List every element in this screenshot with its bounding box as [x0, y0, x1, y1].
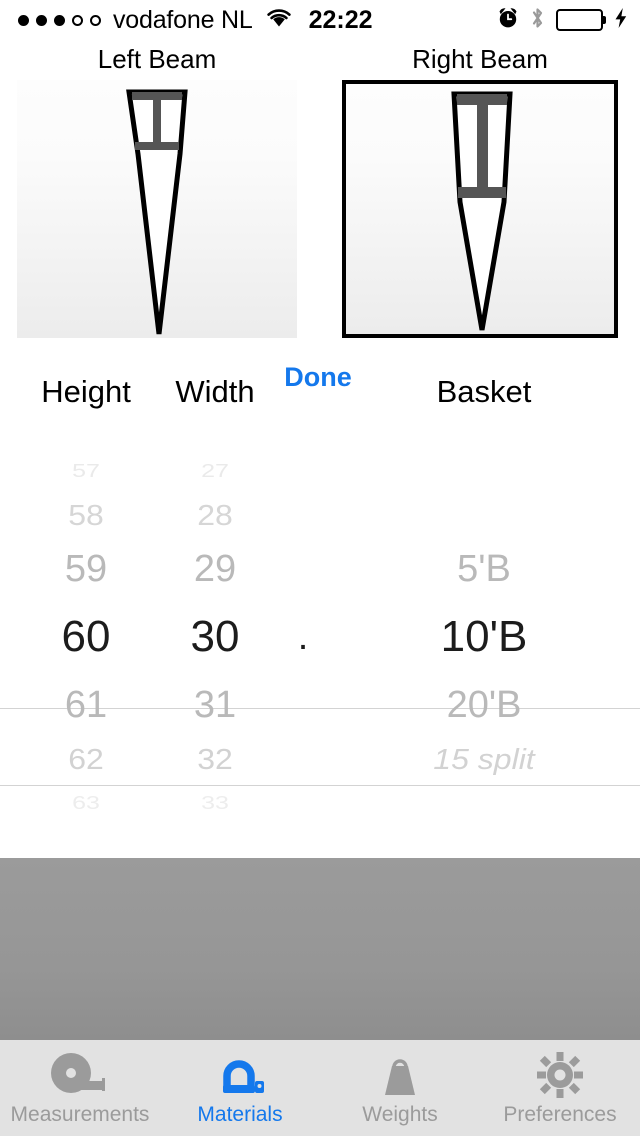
wheel-item[interactable]: [258, 737, 348, 782]
tab-materials[interactable]: Materials: [160, 1040, 320, 1136]
tab-bar: Measurements Materials Weights Preferenc…: [0, 1040, 640, 1136]
signal-dot: [54, 14, 65, 26]
picker-wheel-width[interactable]: 27 28 29 30 31 32 33: [172, 452, 258, 858]
wheel-item[interactable]: 29: [172, 540, 258, 598]
gear-icon: [535, 1049, 585, 1101]
wifi-icon: [265, 7, 293, 33]
column-label-basket: Basket: [436, 374, 532, 409]
carrier-label: vodafone NL: [113, 5, 253, 34]
wheel-item[interactable]: 20'B: [348, 676, 620, 734]
right-beam-tile[interactable]: [342, 80, 618, 338]
tab-label: Materials: [197, 1103, 283, 1126]
wheel-item-selected[interactable]: 60: [0, 598, 172, 676]
left-beam-drawing: [126, 89, 188, 335]
wheel-item[interactable]: [348, 493, 620, 538]
wheel-item[interactable]: [258, 493, 348, 538]
wheel-item[interactable]: 63: [0, 789, 172, 816]
clock-label: 22:22: [308, 5, 373, 34]
signal-dot: [36, 14, 47, 26]
left-beam-tile[interactable]: [17, 80, 297, 338]
beam-preview-section: Left Beam Right Beam: [0, 44, 640, 344]
wheel-item-selected[interactable]: 30: [172, 598, 258, 676]
wheel-item[interactable]: 15 split: [348, 737, 620, 782]
tab-measurements[interactable]: Measurements: [0, 1040, 160, 1136]
wheel-item[interactable]: 33: [172, 789, 258, 816]
picker-wheel-height[interactable]: 57 58 59 60 61 62 63: [0, 452, 172, 858]
signal-dot: [72, 14, 83, 26]
wheel-item[interactable]: 28: [172, 493, 258, 538]
battery-nub: [603, 16, 606, 24]
wheel-item[interactable]: [348, 789, 620, 816]
right-beam-drawing: [451, 91, 513, 331]
battery-icon: [556, 9, 606, 31]
wheel-item[interactable]: 62: [0, 737, 172, 782]
shackle-icon: [213, 1049, 267, 1101]
tab-label: Measurements: [10, 1103, 150, 1126]
wheel-item[interactable]: [348, 457, 620, 484]
tab-label: Weights: [362, 1103, 438, 1126]
right-beam-title: Right Beam: [412, 44, 548, 74]
tape-measure-icon: [47, 1049, 113, 1101]
wheel-item[interactable]: 31: [172, 676, 258, 734]
status-bar-right: [497, 0, 628, 40]
tab-weights[interactable]: Weights: [320, 1040, 480, 1136]
wheel-item[interactable]: [258, 457, 348, 484]
left-beam-canvas: [17, 80, 297, 338]
wheel-item-selected[interactable]: 10'B: [348, 598, 620, 676]
right-beam-canvas: [342, 80, 618, 338]
lightning-bolt-icon: [614, 7, 628, 34]
bluetooth-icon: [530, 6, 545, 35]
alarm-clock-icon: [497, 7, 519, 34]
column-label-width: Width: [175, 374, 255, 409]
status-bar-left: vodafone NL 22:22: [0, 6, 373, 35]
wheel-item[interactable]: [258, 676, 348, 734]
status-bar: vodafone NL 22:22: [0, 0, 640, 40]
picker-section: Height Width Done Basket 57 58 59 60 61 …: [0, 352, 640, 858]
wheel-item[interactable]: 61: [0, 676, 172, 734]
wheel-item[interactable]: 5'B: [348, 540, 620, 598]
wheel-item-selected[interactable]: .: [258, 598, 348, 676]
left-beam-title: Left Beam: [97, 44, 217, 74]
tab-preferences[interactable]: Preferences: [480, 1040, 640, 1136]
signal-dot: [90, 14, 101, 26]
done-button[interactable]: Done: [284, 362, 352, 393]
signal-dot: [18, 14, 29, 26]
empty-gray-panel: [0, 858, 640, 1041]
wheel-item[interactable]: 27: [172, 457, 258, 484]
weight-icon: [375, 1049, 425, 1101]
picker-wheel-decimal[interactable]: .: [258, 452, 348, 858]
wheel-item[interactable]: 59: [0, 540, 172, 598]
picker-wheels: 57 58 59 60 61 62 63 27 28 29 30 31 32 3…: [0, 452, 640, 858]
picker-wheel-basket[interactable]: 5'B 10'B 20'B 15 split: [348, 452, 620, 858]
tab-label: Preferences: [503, 1103, 617, 1126]
wheel-item[interactable]: 58: [0, 493, 172, 538]
wheel-item[interactable]: 32: [172, 737, 258, 782]
wheel-item[interactable]: [258, 540, 348, 598]
column-label-height: Height: [41, 374, 131, 409]
wheel-item[interactable]: 57: [0, 457, 172, 484]
wheel-item[interactable]: [258, 789, 348, 816]
signal-strength-dots: [18, 14, 101, 26]
